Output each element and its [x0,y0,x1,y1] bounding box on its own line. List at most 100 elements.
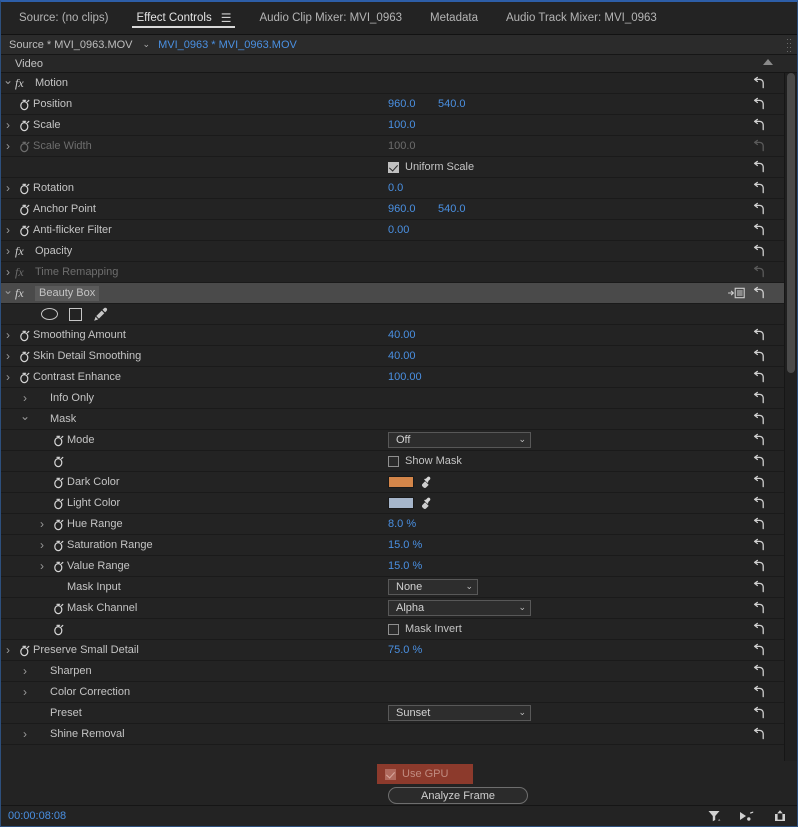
dropdown-mode[interactable]: Off ⌄ [388,432,531,448]
chevron-right-icon[interactable] [35,560,49,572]
chevron-right-icon[interactable] [18,392,32,404]
property-row-opacity[interactable]: fxOpacity [1,241,784,262]
reset-parameter-icon[interactable] [752,76,766,90]
property-row-show-mask[interactable]: Show Mask [1,451,784,472]
property-value-primary[interactable]: 8.0 % [388,518,416,530]
chevron-down-icon[interactable]: ⌄ [143,40,151,49]
stopwatch-keyframe-icon[interactable] [49,434,67,447]
chevron-down-icon[interactable] [1,287,15,299]
reset-parameter-icon[interactable] [752,223,766,237]
stopwatch-keyframe-icon[interactable] [15,329,33,342]
dropdown-mask-input[interactable]: None ⌄ [388,579,478,595]
checkbox-mask-invert[interactable] [388,623,399,635]
effect-mask-reference-icon[interactable] [727,286,745,300]
property-row-hue-range[interactable]: Hue Range 8.0 % [1,514,784,535]
property-row-motion[interactable]: fxMotion [1,73,784,94]
stopwatch-keyframe-icon[interactable] [15,350,33,363]
panel-tab-effect-controls[interactable]: Effect Controls ☰ [122,2,245,34]
property-row-scale[interactable]: Scale 100.0 [1,115,784,136]
fx-badge-icon[interactable]: fx [15,265,35,280]
stopwatch-keyframe-icon[interactable] [15,140,33,153]
property-row-shine-removal[interactable]: Shine Removal [1,724,784,745]
chevron-right-icon[interactable] [1,245,15,257]
property-value-primary[interactable]: 15.0 % [388,539,422,551]
checkbox-group[interactable]: Mask Invert [388,623,462,635]
eyedropper-icon[interactable] [421,476,434,489]
property-row-anti-flicker-filter[interactable]: Anti-flicker Filter 0.00 [1,220,784,241]
reset-parameter-icon[interactable] [752,601,766,615]
property-row-mask-input[interactable]: Mask Input None ⌄ [1,577,784,598]
chevron-right-icon[interactable] [1,119,15,131]
fx-badge-icon[interactable]: fx [15,244,35,259]
reset-parameter-icon[interactable] [752,664,766,678]
property-value-primary[interactable]: 960.0 [388,203,416,215]
property-value-primary[interactable]: 960.0 [388,98,416,110]
reset-parameter-icon[interactable] [752,622,766,636]
use-gpu-button[interactable]: Use GPU [377,764,473,784]
stopwatch-keyframe-icon[interactable] [49,476,67,489]
chevron-right-icon[interactable] [18,686,32,698]
reset-parameter-icon[interactable] [752,559,766,573]
scrollbar-thumb[interactable] [787,73,795,373]
property-row-beauty-box[interactable]: fxBeauty Box [1,283,784,304]
property-row-sharpen[interactable]: Sharpen [1,661,784,682]
property-row-dark-color[interactable]: Dark Color [1,472,784,493]
property-row-position[interactable]: Position 960.0 540.0 [1,94,784,115]
color-swatch-light-color[interactable] [388,497,414,509]
property-value-primary[interactable]: 40.00 [388,329,416,341]
color-swatch-dark-color[interactable] [388,476,414,488]
reset-parameter-icon[interactable] [752,160,766,174]
chevron-right-icon[interactable] [35,539,49,551]
reset-parameter-icon[interactable] [752,580,766,594]
panel-menu-icon[interactable]: ☰ [221,12,232,24]
play-audio-icon[interactable] [739,809,755,823]
panel-tab-audio-clip-mixer-mvi-0963[interactable]: Audio Clip Mixer: MVI_0963 [245,2,416,34]
chevron-right-icon[interactable] [1,140,15,152]
use-gpu-checkbox[interactable] [385,768,396,780]
reset-parameter-icon[interactable] [752,181,766,195]
reset-parameter-icon[interactable] [752,643,766,657]
stopwatch-keyframe-icon[interactable] [15,644,33,657]
stopwatch-keyframe-icon[interactable] [49,497,67,510]
checkbox-group[interactable]: Show Mask [388,455,462,467]
reset-parameter-icon[interactable] [752,370,766,384]
reset-parameter-icon[interactable] [752,244,766,258]
reset-parameter-icon[interactable] [752,496,766,510]
collapse-up-arrow-icon[interactable] [763,59,773,65]
dropdown-mask-channel[interactable]: Alpha ⌄ [388,600,531,616]
property-row-info-only[interactable]: Info Only [1,388,784,409]
panel-gripper-icon[interactable] [787,39,791,52]
reset-parameter-icon[interactable] [752,97,766,111]
property-value-primary[interactable]: 40.00 [388,350,416,362]
chevron-right-icon[interactable] [1,644,15,656]
property-row-time-remapping[interactable]: fxTime Remapping [1,262,784,283]
panel-tab-metadata[interactable]: Metadata [416,2,492,34]
reset-parameter-icon[interactable] [752,517,766,531]
property-value-secondary[interactable]: 540.0 [438,98,466,110]
checkbox-uniform-scale[interactable] [388,161,399,173]
checkbox-group[interactable]: Uniform Scale [388,161,474,173]
stopwatch-keyframe-icon[interactable] [15,182,33,195]
reset-parameter-icon[interactable] [752,475,766,489]
export-icon[interactable] [773,809,787,823]
mask-shape-tools-row[interactable] [1,304,784,325]
reset-parameter-icon[interactable] [752,706,766,720]
property-value-secondary[interactable]: 540.0 [438,203,466,215]
property-row-light-color[interactable]: Light Color [1,493,784,514]
property-row-scale-width[interactable]: Scale Width 100.0 [1,136,784,157]
reset-parameter-icon[interactable] [752,139,766,153]
stopwatch-keyframe-icon[interactable] [49,602,67,615]
property-row-contrast-enhance[interactable]: Contrast Enhance 100.00 [1,367,784,388]
active-clip-label[interactable]: MVI_0963 * MVI_0963.MOV [158,39,297,51]
checkbox-show-mask[interactable] [388,455,399,467]
reset-parameter-icon[interactable] [752,202,766,216]
reset-parameter-icon[interactable] [752,538,766,552]
property-row-anchor-point[interactable]: Anchor Point 960.0 540.0 [1,199,784,220]
property-value-primary[interactable]: 15.0 % [388,560,422,572]
property-value-primary[interactable]: 75.0 % [388,644,422,656]
chevron-right-icon[interactable] [35,518,49,530]
property-row-preset[interactable]: Preset Sunset ⌄ [1,703,784,724]
reset-parameter-icon[interactable] [752,454,766,468]
property-value-primary[interactable]: 0.00 [388,224,409,236]
property-row-smoothing-amount[interactable]: Smoothing Amount 40.00 [1,325,784,346]
